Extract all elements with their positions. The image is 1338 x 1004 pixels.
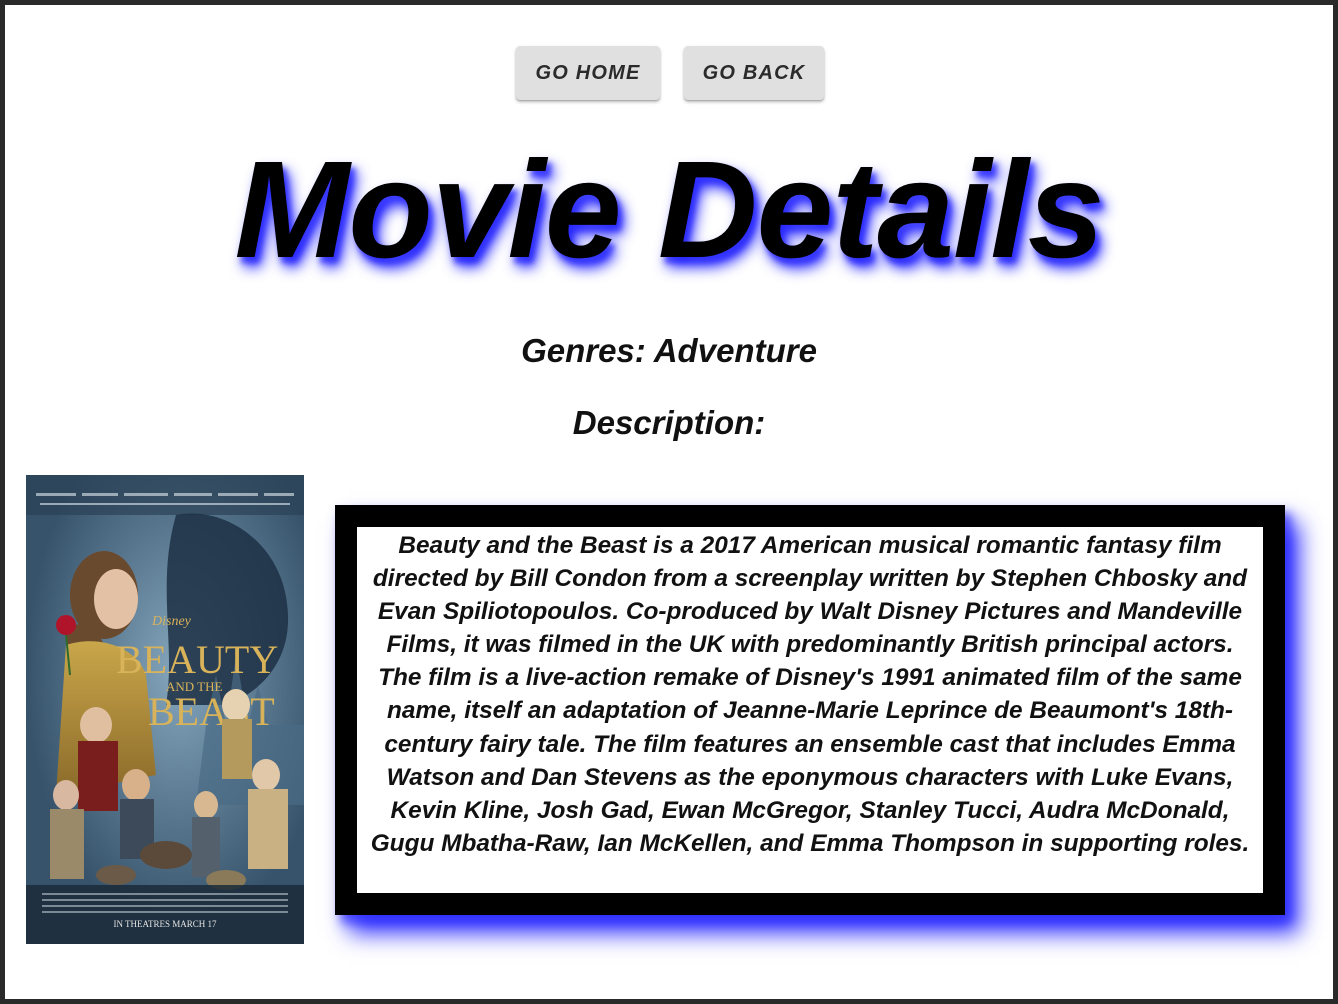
poster-release-text: IN THEATRES MARCH 17: [113, 919, 217, 929]
genres-text: Genres: Adventure: [521, 332, 817, 369]
description-text: Beauty and the Beast is a 2017 American …: [370, 532, 1250, 857]
description-label: Description:: [572, 404, 766, 441]
page-title: Movie Details: [234, 133, 1105, 287]
poster-title-line1: BEAUTY: [116, 637, 278, 682]
movie-poster: Disney BEAUTY AND THE BEAST IN THEATRES …: [26, 475, 304, 944]
description-box: Beauty and the Beast is a 2017 American …: [335, 505, 1285, 915]
go-home-button[interactable]: GO HOME: [516, 46, 660, 100]
page-frame: GO HOME GO BACK Movie Details Genres: Ad…: [5, 5, 1333, 999]
go-back-button[interactable]: GO BACK: [684, 46, 824, 100]
poster-brand: Disney: [151, 614, 192, 629]
poster-title-line3: BEAST: [148, 689, 275, 734]
